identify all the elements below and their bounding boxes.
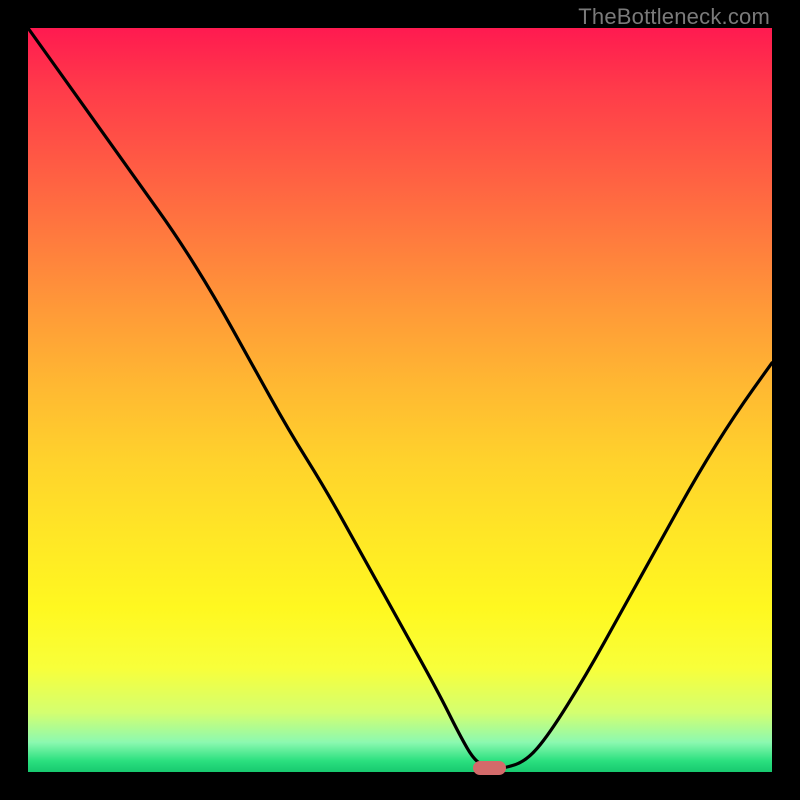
watermark-text: TheBottleneck.com [578,4,770,30]
optimal-marker [473,761,506,775]
chart-frame: TheBottleneck.com [0,0,800,800]
plot-area [28,28,772,772]
bottleneck-curve [28,28,772,772]
